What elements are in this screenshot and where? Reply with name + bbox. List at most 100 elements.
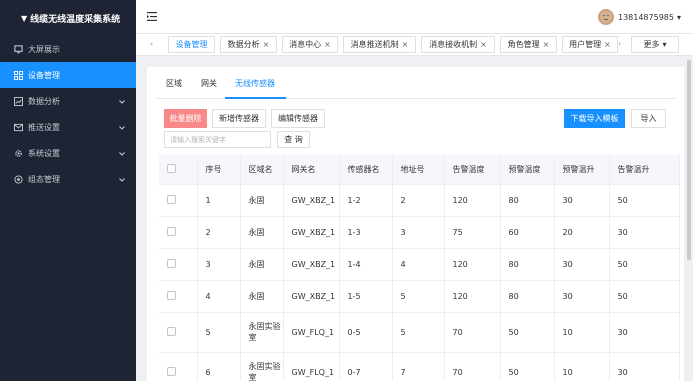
row-checkbox-cell[interactable] xyxy=(159,312,198,353)
tab-label: 消息推送机制 xyxy=(350,40,399,49)
table-cell: 4 xyxy=(392,248,445,281)
select-all-checkbox-cell[interactable] xyxy=(159,155,198,185)
sidebar-item-label: 推送设置 xyxy=(28,122,60,132)
tabs-next-icon[interactable]: › xyxy=(618,39,621,48)
tab[interactable]: 消息推送机制 × xyxy=(343,36,416,53)
close-icon[interactable]: × xyxy=(324,40,331,49)
tabs-more-label: 更多 xyxy=(643,40,660,49)
row-checkbox-cell[interactable] xyxy=(159,216,198,249)
import-button[interactable]: 导入 xyxy=(631,109,666,128)
subtab-wireless-sensor[interactable]: 无线传感器 xyxy=(235,78,275,89)
table-row[interactable]: 4 永固 GW_XBZ_1 1-5 5 120 80 30 50 xyxy=(159,280,680,313)
chevron-down-icon xyxy=(119,149,125,158)
download-template-button[interactable]: 下载导入模板 xyxy=(564,109,625,128)
add-sensor-button[interactable]: 新增传感器 xyxy=(212,109,266,128)
table-cell: 永固 xyxy=(240,184,284,217)
column-header: 传感器名 xyxy=(339,155,393,185)
row-checkbox[interactable] xyxy=(167,194,176,204)
chevron-down-icon: ▾ xyxy=(676,12,681,22)
tab[interactable]: 设备管理 xyxy=(168,36,215,53)
table-cell: 30 xyxy=(609,216,680,249)
table-cell: 永固 xyxy=(240,216,284,249)
table-cell: 70 xyxy=(444,352,501,381)
row-checkbox[interactable] xyxy=(167,290,176,300)
column-header: 区域名 xyxy=(240,155,284,185)
row-checkbox-cell[interactable] xyxy=(159,280,198,313)
table-row[interactable]: 6 永固实验室 GW_FLQ_1 0-7 7 70 50 10 30 xyxy=(159,352,680,381)
table-row[interactable]: 2 永固 GW_XBZ_1 1-3 3 75 60 20 30 xyxy=(159,216,680,249)
row-checkbox-cell[interactable] xyxy=(159,184,198,217)
sidebar-item-label: 设备管理 xyxy=(28,70,60,80)
sidebar-item[interactable]: 推送设置 xyxy=(0,114,136,140)
tab[interactable]: 用户管理 × xyxy=(562,36,618,53)
row-checkbox[interactable] xyxy=(167,226,176,236)
sidebar-item[interactable]: 设备管理 xyxy=(0,62,136,88)
table-cell: 永固实验室 xyxy=(240,312,284,353)
sidebar-item[interactable]: 组态管理 xyxy=(0,166,136,192)
sidebar: ▼ 线缆无线温度采集系统 大屏展示设备管理数据分析推送设置系统设置组态管理 xyxy=(0,0,136,381)
tabs-prev-icon[interactable]: ‹ xyxy=(150,39,153,48)
tab[interactable]: 数据分析 × xyxy=(220,36,277,53)
close-icon[interactable]: × xyxy=(402,40,409,49)
table-cell: GW_FLQ_1 xyxy=(283,352,340,381)
row-checkbox-cell[interactable] xyxy=(159,352,198,381)
search-input[interactable] xyxy=(164,131,271,148)
sidebar-item[interactable]: 数据分析 xyxy=(0,88,136,114)
tab-label: 角色管理 xyxy=(507,40,540,49)
table-cell: 30 xyxy=(554,280,610,313)
sidebar-item-label: 组态管理 xyxy=(28,174,60,184)
batch-delete-button[interactable]: 批量删除 xyxy=(164,109,207,128)
table-cell: 10 xyxy=(554,312,610,353)
table-cell: 4 xyxy=(197,280,241,313)
edit-sensor-button[interactable]: 编辑传感器 xyxy=(271,109,325,128)
row-checkbox[interactable] xyxy=(167,258,176,268)
scrollbar[interactable] xyxy=(687,60,691,260)
table-cell: 75 xyxy=(444,216,501,249)
tab[interactable]: 角色管理 × xyxy=(500,36,557,53)
table-cell: 2 xyxy=(392,184,445,217)
table-cell: 120 xyxy=(444,184,501,217)
tab-label: 消息接收机制 xyxy=(429,40,478,49)
close-icon[interactable]: × xyxy=(604,40,611,49)
user-menu[interactable]: 13814875985 ▾ xyxy=(597,9,681,25)
table-cell: 30 xyxy=(609,352,680,381)
table-cell: 120 xyxy=(444,248,501,281)
table-row[interactable]: 3 永固 GW_XBZ_1 1-4 4 120 80 30 50 xyxy=(159,248,680,281)
table-cell: 80 xyxy=(500,184,555,217)
chevron-down-icon xyxy=(119,175,125,184)
sidebar-item[interactable]: 系统设置 xyxy=(0,140,136,166)
column-header: 告警温升 xyxy=(609,155,680,185)
table-cell: GW_FLQ_1 xyxy=(283,312,340,353)
table-cell: 120 xyxy=(444,280,501,313)
select-all-checkbox[interactable] xyxy=(167,163,176,173)
sidebar-item[interactable]: 大屏展示 xyxy=(0,36,136,62)
table-cell: GW_XBZ_1 xyxy=(283,280,340,313)
table-cell: 50 xyxy=(609,184,680,217)
table-cell: GW_XBZ_1 xyxy=(283,216,340,249)
subtab-area[interactable]: 区域 xyxy=(166,78,182,89)
chevron-down-icon xyxy=(119,97,125,106)
app-brand: ▼ 线缆无线温度采集系统 xyxy=(0,0,136,36)
subtab-active-indicator xyxy=(225,97,286,99)
row-checkbox[interactable] xyxy=(167,326,176,336)
table-cell: 6 xyxy=(197,352,241,381)
column-header: 预警温升 xyxy=(554,155,610,185)
tabs-more-button[interactable]: 更多 ▾ xyxy=(631,36,679,53)
table-row[interactable]: 1 永固 GW_XBZ_1 1-2 2 120 80 30 50 xyxy=(159,184,680,217)
row-checkbox[interactable] xyxy=(167,366,176,376)
tabs-bar: ‹ 设备管理 数据分析 × 消息中心 × 消息推送机制 × 消息接收机制 × 角色管理 × 用户管理 ×… xyxy=(136,34,693,56)
close-icon[interactable]: × xyxy=(543,40,550,49)
close-icon[interactable]: × xyxy=(263,40,270,49)
query-button[interactable]: 查 询 xyxy=(277,131,310,148)
tab[interactable]: 消息接收机制 × xyxy=(421,36,495,53)
table-header-row: 序号 区域名 网关名 传感器名 地址号 告警温度 预警温度 预警温升 告警温升 xyxy=(159,155,680,185)
close-icon[interactable]: × xyxy=(480,40,487,49)
table-cell: 1-5 xyxy=(339,280,393,313)
menu-toggle-icon[interactable] xyxy=(147,12,157,23)
tab[interactable]: 消息中心 × xyxy=(282,36,338,53)
row-checkbox-cell[interactable] xyxy=(159,248,198,281)
table-cell: 2 xyxy=(197,216,241,249)
table-row[interactable]: 5 永固实验室 GW_FLQ_1 0-5 5 70 50 10 30 xyxy=(159,312,680,353)
subtab-gateway[interactable]: 网关 xyxy=(201,78,217,89)
sidebar-item-label: 数据分析 xyxy=(28,96,60,106)
